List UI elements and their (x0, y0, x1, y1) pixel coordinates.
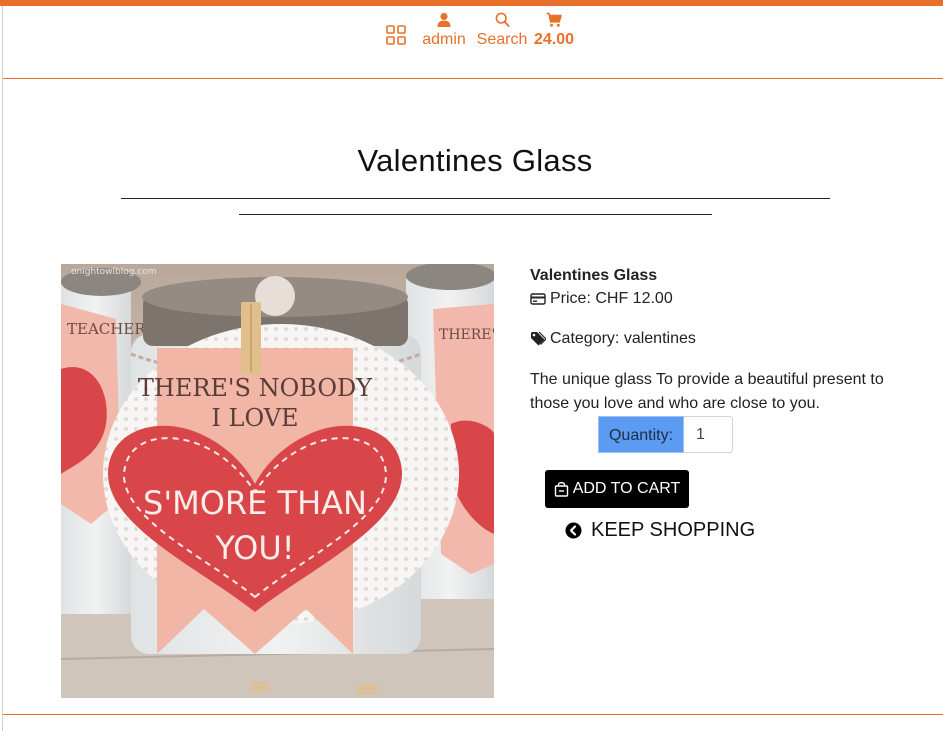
add-to-cart-label: ADD TO CART (572, 480, 681, 497)
nav-cart-link[interactable]: 24.00 (533, 12, 575, 49)
search-icon (495, 12, 510, 27)
product-image: TEACHER ANT THERE'S ASS THERE'S NOBODY I… (61, 264, 494, 698)
nav-admin-label: admin (422, 31, 466, 48)
menu-grid-button[interactable] (386, 25, 406, 45)
image-tag-line-1: THERE'S NOBODY (138, 374, 373, 402)
cart-total: 24.00 (533, 31, 575, 48)
image-watermark: onightowlblog.com (71, 267, 157, 277)
chevron-left-circle-icon (565, 522, 582, 539)
keep-shopping-label: KEEP SHOPPING (591, 519, 756, 541)
page-title: Valentines Glass (357, 143, 593, 178)
title-subrule (239, 214, 712, 215)
left-border (2, 6, 3, 731)
quantity-input[interactable] (684, 416, 733, 453)
product-name: Valentines Glass (530, 267, 658, 284)
nav-search-link[interactable]: Search (476, 12, 528, 49)
image-heart-line-2: YOU! (214, 529, 294, 567)
product-category: Category: valentines (550, 330, 696, 347)
shopping-bag-icon (554, 481, 568, 497)
add-to-cart-button[interactable]: ADD TO CART (545, 470, 689, 508)
user-icon (437, 12, 451, 27)
nav-admin-link[interactable]: admin (420, 12, 468, 49)
credit-card-icon (530, 293, 546, 305)
image-side-tag-right-text: THERE'S ASS (439, 327, 494, 343)
quantity-group: Quantity: (598, 416, 733, 453)
price-row: Price: CHF 12.00 (530, 288, 910, 310)
image-heart-line-1: S'MORE THAN (143, 484, 367, 522)
title-rule (121, 198, 830, 199)
category-row: Category: valentines (530, 328, 910, 350)
footer-divider (3, 714, 943, 715)
product-price: Price: CHF 12.00 (550, 290, 673, 307)
grid-icon (386, 25, 406, 45)
keep-shopping-link[interactable]: KEEP SHOPPING (565, 519, 755, 542)
nav-divider (3, 78, 943, 79)
cart-icon (546, 12, 562, 27)
nav-search-label: Search (476, 31, 528, 48)
tag-icon (531, 331, 546, 346)
quantity-label: Quantity: (598, 416, 684, 453)
product-info: Valentines Glass Price: CHF 12.00 Catego… (530, 266, 910, 416)
top-nav: admin Search 24.00 (0, 6, 943, 79)
image-tag-line-2: I LOVE (211, 404, 298, 432)
product-description: The unique glass To provide a beautiful … (530, 371, 884, 412)
